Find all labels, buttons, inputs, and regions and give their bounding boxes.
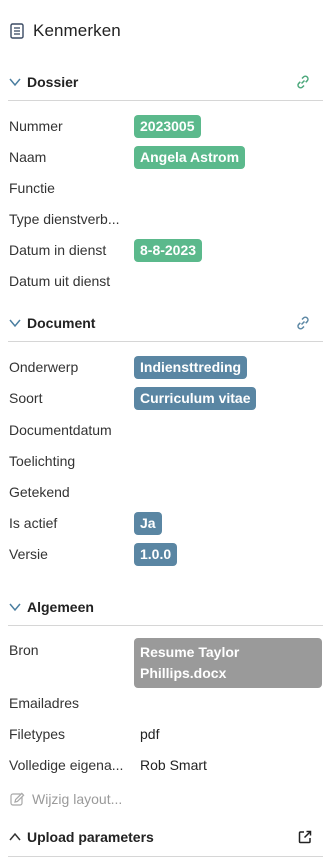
chevron-down-icon bbox=[9, 319, 21, 328]
divider bbox=[8, 341, 323, 342]
field-row: Documentdatum bbox=[9, 418, 323, 442]
field-label: Versie bbox=[9, 546, 48, 562]
field-row: Datum in dienst 8-8-2023 bbox=[9, 238, 323, 262]
field-value: Rob Smart bbox=[140, 757, 207, 773]
chevron-down-icon bbox=[9, 78, 21, 87]
field-row: Versie 1.0.0 bbox=[9, 542, 323, 566]
field-row: Filetypes pdf bbox=[9, 722, 323, 746]
divider bbox=[8, 856, 323, 857]
field-label: Documentdatum bbox=[9, 422, 112, 438]
field-label: Naam bbox=[9, 149, 47, 165]
field-value-badge: Ja bbox=[134, 511, 162, 535]
section-upload-title: Upload parameters bbox=[27, 829, 154, 845]
divider bbox=[8, 100, 323, 101]
chevron-up-icon bbox=[9, 832, 21, 841]
panel-title: Kenmerken bbox=[33, 21, 121, 40]
field-value-badge: Indiensttreding bbox=[134, 355, 248, 379]
field-row: Naam Angela Astrom bbox=[9, 145, 323, 169]
field-label: Datum uit dienst bbox=[9, 273, 111, 289]
link-icon[interactable] bbox=[295, 74, 311, 90]
edit-icon bbox=[10, 792, 25, 806]
field-row: Type dienstverb... bbox=[9, 207, 323, 231]
field-value-badge: Curriculum vitae bbox=[134, 386, 257, 410]
external-link-icon[interactable] bbox=[297, 829, 313, 845]
link-icon[interactable] bbox=[295, 315, 311, 331]
field-row: Datum uit dienst bbox=[9, 269, 323, 293]
field-value-badge: Resume Taylor Phillips.docx bbox=[134, 638, 322, 688]
field-label: Getekend bbox=[9, 484, 70, 500]
field-label: Functie bbox=[9, 180, 55, 196]
panel-header: Kenmerken bbox=[10, 19, 121, 43]
field-row: Onderwerp Indiensttreding bbox=[9, 355, 323, 379]
field-row: Emailadres bbox=[9, 691, 323, 715]
field-label: Soort bbox=[9, 390, 43, 406]
field-value-badge: 2023005 bbox=[134, 114, 201, 138]
field-value: pdf bbox=[140, 726, 160, 742]
field-label: Onderwerp bbox=[9, 359, 79, 375]
field-row: Volledige eigena... Rob Smart bbox=[9, 753, 323, 777]
field-label: Toelichting bbox=[9, 453, 76, 469]
section-dossier-title: Dossier bbox=[27, 74, 79, 90]
field-label: Datum in dienst bbox=[9, 242, 107, 258]
field-label: Filetypes bbox=[9, 726, 66, 742]
chevron-down-icon bbox=[9, 603, 21, 612]
field-value-badge: 1.0.0 bbox=[134, 542, 178, 566]
field-row: Functie bbox=[9, 176, 323, 200]
edit-layout-link[interactable]: Wijzig layout... bbox=[10, 788, 122, 810]
field-value-badge: 8-8-2023 bbox=[134, 238, 203, 262]
section-algemeen-header[interactable]: Algemeen bbox=[8, 595, 323, 619]
section-algemeen-title: Algemeen bbox=[27, 599, 94, 615]
field-label: Nummer bbox=[9, 118, 63, 134]
field-row: Getekend bbox=[9, 480, 323, 504]
field-row: Nummer 2023005 bbox=[9, 114, 323, 138]
field-row: Is actief Ja bbox=[9, 511, 323, 535]
edit-layout-label: Wijzig layout... bbox=[32, 791, 123, 807]
section-dossier-header[interactable]: Dossier bbox=[8, 70, 323, 94]
field-label: Volledige eigena... bbox=[9, 757, 124, 773]
field-label: Type dienstverb... bbox=[9, 211, 120, 227]
field-label: Bron bbox=[9, 642, 39, 658]
field-row: Soort Curriculum vitae bbox=[9, 386, 323, 410]
field-label: Emailadres bbox=[9, 695, 80, 711]
document-icon bbox=[10, 23, 24, 39]
field-value-badge: Angela Astrom bbox=[134, 145, 246, 169]
divider bbox=[8, 625, 323, 626]
section-document-header[interactable]: Document bbox=[8, 311, 323, 335]
field-row: Toelichting bbox=[9, 449, 323, 473]
section-upload-header[interactable]: Upload parameters bbox=[8, 825, 323, 849]
field-label: Is actief bbox=[9, 515, 58, 531]
field-row: Bron Resume Taylor Phillips.docx bbox=[9, 638, 323, 688]
section-document-title: Document bbox=[27, 315, 96, 331]
